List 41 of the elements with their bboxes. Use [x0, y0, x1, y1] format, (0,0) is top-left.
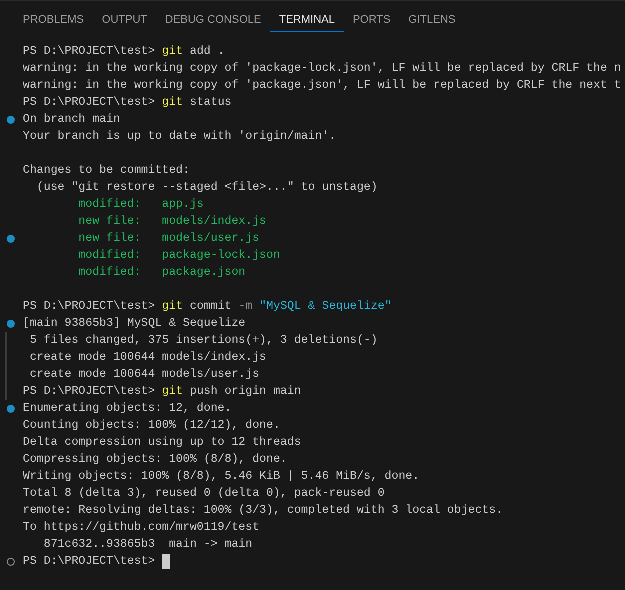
terminal-line: Compressing objects: 100% (8/8), done. — [23, 452, 288, 468]
command-success-icon[interactable] — [6, 404, 14, 412]
terminal-line: new file: models/index.js — [78, 214, 267, 230]
terminal-line: modified: package.json — [78, 265, 246, 281]
terminal-line: Enumerating objects: 12, done. — [23, 401, 232, 417]
terminal-line: 871c632..93865b3 main -> main — [42, 537, 253, 553]
terminal-line: PS D:\PROJECT\test> git status — [23, 95, 232, 111]
terminal-prompt: PS D:\PROJECT\test> — [23, 554, 156, 570]
panel-tab[interactable]: GITLENS — [400, 10, 465, 32]
terminal-line: Writing objects: 100% (8/8), 5.46 KiB | 5.46 MiB/s, done. — [23, 469, 420, 485]
terminal-line: new file: models/user.js — [78, 231, 260, 247]
panel-tab[interactable]: PROBLEMS — [14, 10, 94, 32]
terminal-line: Your branch is up to date with 'origin/main'. — [23, 129, 336, 145]
panel-tab[interactable]: TERMINAL — [270, 10, 344, 32]
terminal-line: Total 8 (delta 3), reused 0 (delta 0), pack-reused 0 — [23, 486, 385, 502]
command-pending-icon[interactable] — [6, 558, 14, 566]
command-success-icon[interactable] — [6, 234, 14, 242]
terminal-line: PS D:\PROJECT\test> git push origin main — [23, 384, 302, 400]
terminal-line: Changes to be committed: — [23, 163, 190, 179]
command-success-icon[interactable] — [6, 320, 14, 328]
panel-tab[interactable]: PORTS — [344, 10, 400, 32]
terminal-line: PS D:\PROJECT\test> git commit -m "MySQL & Sequelize" — [23, 299, 392, 315]
terminal-line: modified: app.js — [78, 197, 204, 213]
terminal-line: PS D:\PROJECT\test> git add . — [23, 44, 225, 60]
text-cursor — [162, 554, 170, 569]
terminal-line: remote: Resolving deltas: 100% (3/3), completed with 3 local objects. — [23, 503, 504, 519]
terminal-line: warning: in the working copy of 'package.json', LF will be replaced by CRLF the next t — [23, 78, 622, 94]
terminal-line: 5 files changed, 375 insertions(+), 3 deletions(-) — [28, 333, 378, 349]
terminal-line: create mode 100644 models/user.js — [28, 367, 260, 383]
terminal-line: Counting objects: 100% (12/12), done. — [23, 418, 280, 434]
terminal-line: Delta compression using up to 12 threads — [23, 435, 302, 451]
terminal-line: warning: in the working copy of 'package-lock.json', LF will be replaced by CRLF the n — [23, 61, 622, 77]
terminal-line: (use "git restore --staged <file>..." to unstage) — [36, 180, 378, 196]
terminal-line: modified: package-lock.json — [78, 248, 280, 264]
command-success-icon[interactable] — [6, 116, 14, 124]
terminal-line: [main 93865b3] MySQL & Sequelize — [23, 316, 246, 332]
panel-tab[interactable]: DEBUG CONSOLE — [156, 10, 270, 32]
panel-tab[interactable]: OUTPUT — [93, 10, 156, 32]
terminal-line: To https://github.com/mrw0119/test — [23, 520, 260, 536]
terminal-line: create mode 100644 models/index.js — [28, 350, 267, 366]
terminal-line: On branch main — [23, 112, 120, 128]
